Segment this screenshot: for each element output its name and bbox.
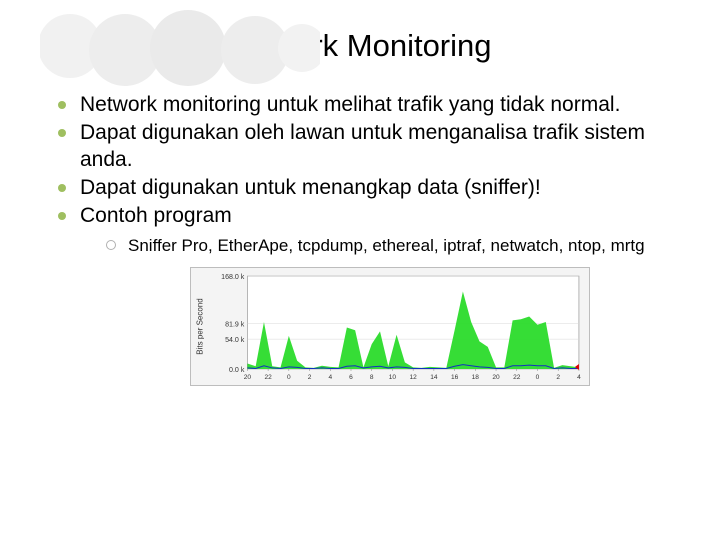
svg-text:22: 22	[513, 374, 521, 381]
chart-y-axis-label: Bits per Second	[196, 298, 205, 354]
svg-text:54.0 k: 54.0 k	[225, 337, 245, 344]
bullet-item: Network monitoring untuk melihat trafik …	[58, 92, 680, 118]
chart-y-axis-label-container: Bits per Second	[191, 268, 209, 385]
svg-text:2: 2	[308, 374, 312, 381]
chart-svg: 168.0 k81.9 k54.0 k0.0 k2022024681012141…	[211, 272, 585, 383]
svg-text:16: 16	[451, 374, 459, 381]
svg-text:0: 0	[287, 374, 291, 381]
svg-text:20: 20	[492, 374, 500, 381]
svg-text:0.0 k: 0.0 k	[229, 367, 245, 374]
svg-text:4: 4	[328, 374, 332, 381]
svg-text:18: 18	[472, 374, 480, 381]
bullet-list: Network monitoring untuk melihat trafik …	[40, 92, 680, 257]
svg-text:0: 0	[536, 374, 540, 381]
traffic-chart: Bits per Second 168.0 k 81.9 k 54.0 k 0.0 k…	[190, 267, 590, 386]
svg-text:4: 4	[577, 374, 581, 381]
svg-text:12: 12	[410, 374, 418, 381]
svg-text:10: 10	[389, 374, 397, 381]
bullet-text: Contoh program	[80, 204, 232, 227]
bullet-item: Dapat digunakan oleh lawan untuk mengana…	[58, 120, 680, 173]
svg-text:14: 14	[430, 374, 438, 381]
svg-text:6: 6	[349, 374, 353, 381]
bullet-item: Dapat digunakan untuk menangkap data (sn…	[58, 175, 680, 201]
sub-bullet-item: Sniffer Pro, EtherApe, tcpdump, ethereal…	[106, 235, 680, 256]
chart-plot-area: 168.0 k81.9 k54.0 k0.0 k2022024681012141…	[209, 268, 589, 385]
svg-text:8: 8	[370, 374, 374, 381]
svg-text:168.0 k: 168.0 k	[221, 274, 245, 281]
sub-bullet-list: Sniffer Pro, EtherApe, tcpdump, ethereal…	[80, 229, 680, 256]
svg-text:81.9 k: 81.9 k	[225, 321, 245, 328]
svg-text:2: 2	[556, 374, 560, 381]
slide-title: Penggunaan Network Monitoring	[40, 28, 680, 64]
bullet-item: Contoh program Sniffer Pro, EtherApe, tc…	[58, 203, 680, 257]
svg-text:20: 20	[244, 374, 252, 381]
svg-text:22: 22	[264, 374, 272, 381]
